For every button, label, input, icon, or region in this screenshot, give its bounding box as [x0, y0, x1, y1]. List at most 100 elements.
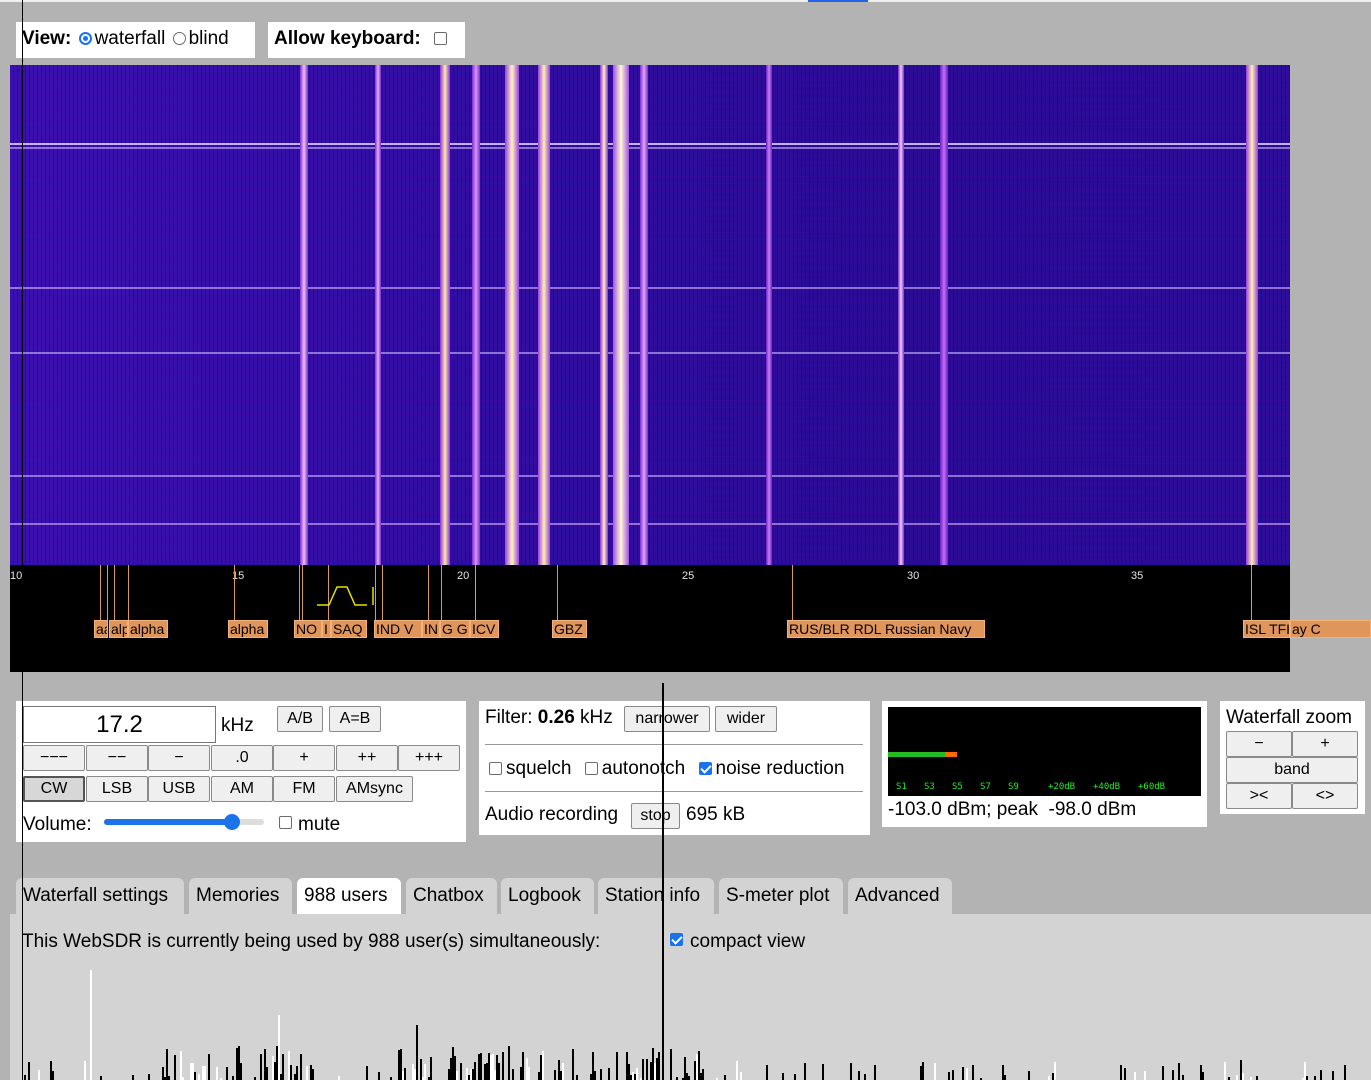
mode-am-button[interactable]: AM	[211, 776, 273, 802]
a-equals-b-button[interactable]: A=B	[329, 706, 381, 732]
divider	[485, 744, 863, 745]
wider-button[interactable]: wider	[715, 706, 777, 732]
s-meter-scale-label: S5	[952, 782, 963, 792]
station-label[interactable]: alpha	[128, 620, 168, 638]
volume-slider[interactable]	[104, 814, 264, 830]
view-selector: View: waterfall blind	[16, 22, 255, 58]
tab-memories[interactable]: Memories	[189, 878, 292, 914]
filter-label: Filter:	[485, 707, 533, 728]
s-meter-peak	[944, 752, 957, 757]
station-label[interactable]: IND V	[374, 620, 422, 638]
zoom-in-button[interactable]: ><	[1226, 783, 1292, 809]
tab-s-meter-plot[interactable]: S-meter plot	[719, 878, 843, 914]
step-up-2-button[interactable]: ++	[336, 745, 398, 771]
waterfall-option-label[interactable]: waterfall	[95, 28, 166, 49]
frequency-scale[interactable]: 10 15 20 25 30 35 aa alp alpha alpha NO …	[10, 565, 1290, 672]
mute-label[interactable]: mute	[298, 814, 340, 836]
step-down-1-button[interactable]: −	[148, 745, 210, 771]
s-meter-scale-label: +20dB	[1048, 782, 1076, 792]
autonotch-checkbox[interactable]	[584, 762, 598, 775]
step-up-1-button[interactable]: +	[273, 745, 335, 771]
tick-label: 30	[907, 570, 920, 582]
allow-keyboard-box: Allow keyboard:	[268, 22, 465, 58]
tab-station-info[interactable]: Station info	[598, 878, 714, 914]
station-label[interactable]: I	[322, 620, 331, 638]
station-label-overflow: ay C	[1290, 620, 1371, 638]
station-label[interactable]: IN	[422, 620, 440, 638]
tab-chatbox[interactable]: Chatbox	[406, 878, 497, 914]
allow-keyboard-label: Allow keyboard:	[274, 28, 421, 49]
users-panel: This WebSDR is currently being used by 9…	[10, 914, 1371, 1080]
s-meter-scale-label: +60dB	[1138, 782, 1166, 792]
ab-button[interactable]: A/B	[277, 706, 323, 732]
passband-indicator[interactable]	[315, 583, 385, 609]
mode-cw-button[interactable]: CW	[23, 776, 85, 802]
narrower-button[interactable]: narrower	[624, 706, 710, 732]
volume-label: Volume:	[23, 814, 92, 835]
filter-value: 0.26	[537, 707, 575, 728]
blind-option-label[interactable]: blind	[189, 28, 229, 49]
noise-reduction-checkbox[interactable]	[698, 762, 712, 775]
station-label[interactable]: aa	[94, 620, 108, 638]
mode-usb-button[interactable]: USB	[148, 776, 210, 802]
station-label[interactable]: G G	[440, 620, 470, 638]
s-meter-bar	[888, 752, 945, 757]
s-meter-scale-label: +40dB	[1093, 782, 1121, 792]
squelch-checkbox[interactable]	[489, 762, 502, 775]
station-label[interactable]: ISL TFK US Navy C	[1243, 620, 1290, 638]
band-button[interactable]: band	[1226, 757, 1358, 783]
step-up-3-button[interactable]: +++	[398, 745, 460, 771]
s-meter-scale-label: S9	[1008, 782, 1019, 792]
filter-panel: Filter: 0.26 kHz narrower wider squelch …	[479, 701, 870, 835]
station-label[interactable]: RUS/BLR RDL Russian Navy	[787, 620, 985, 638]
station-label[interactable]: SAQ	[331, 620, 367, 638]
s-meter-scale-label: S7	[980, 782, 991, 792]
s-meter-scale-label: S1	[896, 782, 907, 792]
tick-label: 35	[1131, 570, 1144, 582]
step-down-3-button[interactable]: −−−	[23, 745, 85, 771]
zoom-out-button[interactable]: <>	[1292, 783, 1358, 809]
tab-logbook[interactable]: Logbook	[501, 878, 594, 914]
mode-amsync-button[interactable]: AMsync	[336, 776, 413, 802]
round-button[interactable]: .0	[211, 745, 273, 771]
noise-reduction-label[interactable]: noise reduction	[716, 758, 845, 779]
tick-label: 10	[10, 570, 23, 582]
station-label[interactable]: ICV	[470, 620, 499, 638]
tick-label: 20	[457, 570, 470, 582]
allow-keyboard-checkbox[interactable]	[434, 32, 448, 45]
blind-radio[interactable]	[172, 32, 186, 45]
zoom-minus-button[interactable]: −	[1226, 731, 1292, 757]
audio-recording-label: Audio recording	[485, 804, 619, 825]
user-frequency-plot	[10, 944, 1371, 1080]
mute-checkbox[interactable]	[279, 816, 292, 829]
station-label[interactable]: alp	[109, 620, 128, 638]
waterfall-display[interactable]	[10, 65, 1290, 565]
top-strip	[0, 0, 1371, 2]
tab-advanced[interactable]: Advanced	[848, 878, 952, 914]
autonotch-label[interactable]: autonotch	[602, 758, 685, 779]
zoom-plus-button[interactable]: +	[1292, 731, 1358, 757]
tab-waterfall-settings[interactable]: Waterfall settings	[16, 878, 184, 914]
frequency-unit: kHz	[221, 715, 254, 736]
top-accent	[808, 0, 868, 2]
waterfall-radio[interactable]	[78, 32, 92, 45]
tuning-panel: 17.2 kHz A/B A=B −−− −− − .0 + ++ +++ CW…	[16, 701, 466, 842]
mode-fm-button[interactable]: FM	[273, 776, 335, 802]
cursor-line-left	[22, 0, 23, 1080]
step-down-2-button[interactable]: −−	[86, 745, 148, 771]
station-label[interactable]: GBZ	[552, 620, 587, 638]
s-meter-panel: S1 S3 S5 S7 S9 +20dB +40dB +60dB -103.0 dBm; pe…	[882, 701, 1207, 827]
divider	[485, 791, 863, 792]
tab-users[interactable]: 988 users	[297, 878, 401, 914]
recording-size: 695 kB	[686, 804, 746, 825]
squelch-label[interactable]: squelch	[506, 758, 572, 779]
frequency-input[interactable]: 17.2	[23, 706, 216, 743]
s-meter-reading: -103.0 dBm; peak -98.0 dBm	[888, 799, 1137, 820]
stop-recording-button[interactable]: stop	[631, 803, 680, 829]
station-label[interactable]: alpha	[228, 620, 268, 638]
mode-lsb-button[interactable]: LSB	[86, 776, 148, 802]
filter-unit: kHz	[580, 707, 613, 728]
tuning-cursor-line	[662, 683, 664, 1080]
station-label[interactable]: NO	[294, 620, 322, 638]
waterfall-zoom-panel: Waterfall zoom − + band >< <>	[1220, 701, 1365, 814]
